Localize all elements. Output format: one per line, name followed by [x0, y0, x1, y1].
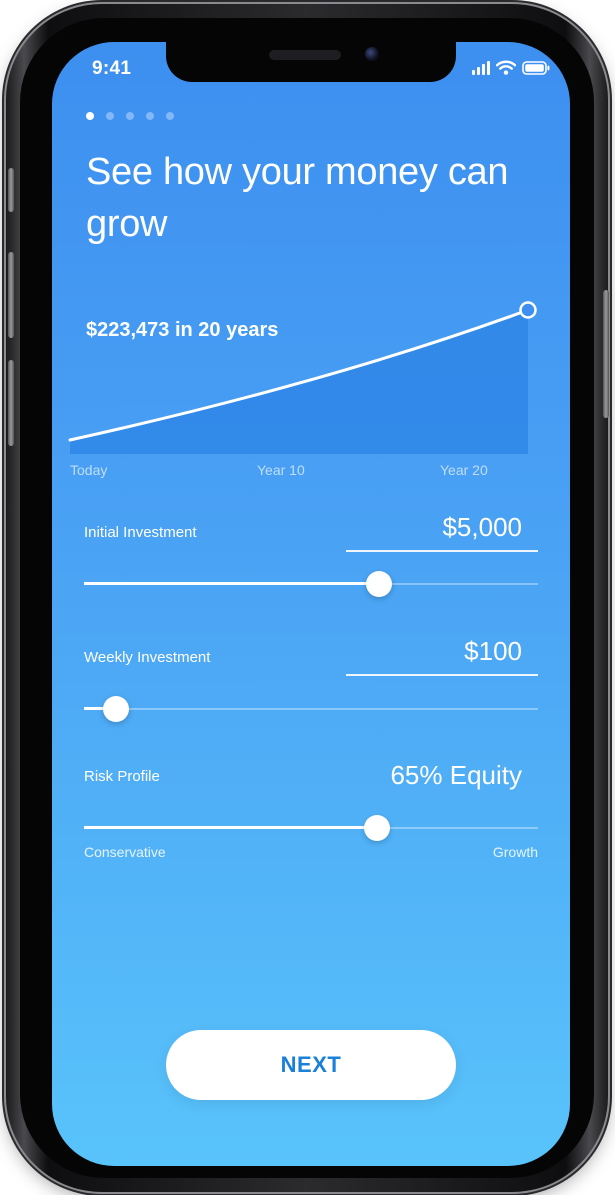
volume-up-button: [8, 252, 14, 338]
risk-profile-value: 65% Equity: [390, 760, 522, 790]
slider-thumb[interactable]: [363, 815, 390, 841]
weekly-investment-input[interactable]: $100: [346, 636, 538, 667]
notch: [166, 42, 456, 82]
axis-label-year-20: Year 20: [440, 462, 488, 478]
initial-investment-slider[interactable]: [84, 571, 538, 597]
initial-investment-input[interactable]: $5,000: [346, 512, 538, 543]
status-icons: [472, 60, 550, 75]
status-time: 9:41: [92, 58, 132, 79]
wifi-icon: [496, 60, 516, 75]
initial-investment-label: Initial Investment: [84, 524, 197, 541]
risk-min-label: Conservative: [84, 844, 166, 860]
slider-track: [84, 708, 538, 710]
weekly-investment-slider[interactable]: [84, 696, 538, 722]
risk-max-label: Growth: [492, 844, 538, 860]
onboarding-pager: [86, 112, 174, 120]
axis-label-today: Today: [70, 462, 108, 478]
growth-endpoint-marker[interactable]: [519, 301, 537, 319]
pager-dot-4[interactable]: [146, 112, 154, 120]
silent-switch: [8, 168, 14, 212]
weekly-investment-label: Weekly Investment: [84, 649, 211, 666]
page-title: See how your money can grow: [86, 151, 509, 245]
battery-icon: [522, 60, 550, 75]
pager-dot-2[interactable]: [106, 112, 114, 120]
volume-down-button: [8, 360, 14, 446]
risk-profile-label: Risk Profile: [84, 768, 160, 785]
speaker-grille: [269, 50, 341, 60]
slider-fill: [84, 582, 380, 585]
pager-dot-1[interactable]: [86, 112, 94, 120]
axis-label-year-10: Year 10: [257, 462, 305, 478]
slider-thumb[interactable]: [102, 696, 129, 722]
next-button[interactable]: NEXT: [166, 1030, 456, 1100]
app-screen: 9:41 See how your money can grow $223,47…: [52, 42, 570, 1166]
risk-profile-slider[interactable]: [84, 815, 538, 841]
slider-thumb[interactable]: [366, 571, 393, 597]
initial-investment-underline: [346, 550, 538, 552]
pager-dot-3[interactable]: [126, 112, 134, 120]
weekly-investment-underline: [346, 674, 538, 676]
pager-dot-5[interactable]: [166, 112, 174, 120]
projection-value: $223,473 in 20 years: [86, 319, 279, 341]
signal-icon: [472, 60, 490, 75]
power-button: [603, 290, 609, 418]
front-camera: [365, 47, 379, 61]
slider-fill: [84, 826, 377, 829]
